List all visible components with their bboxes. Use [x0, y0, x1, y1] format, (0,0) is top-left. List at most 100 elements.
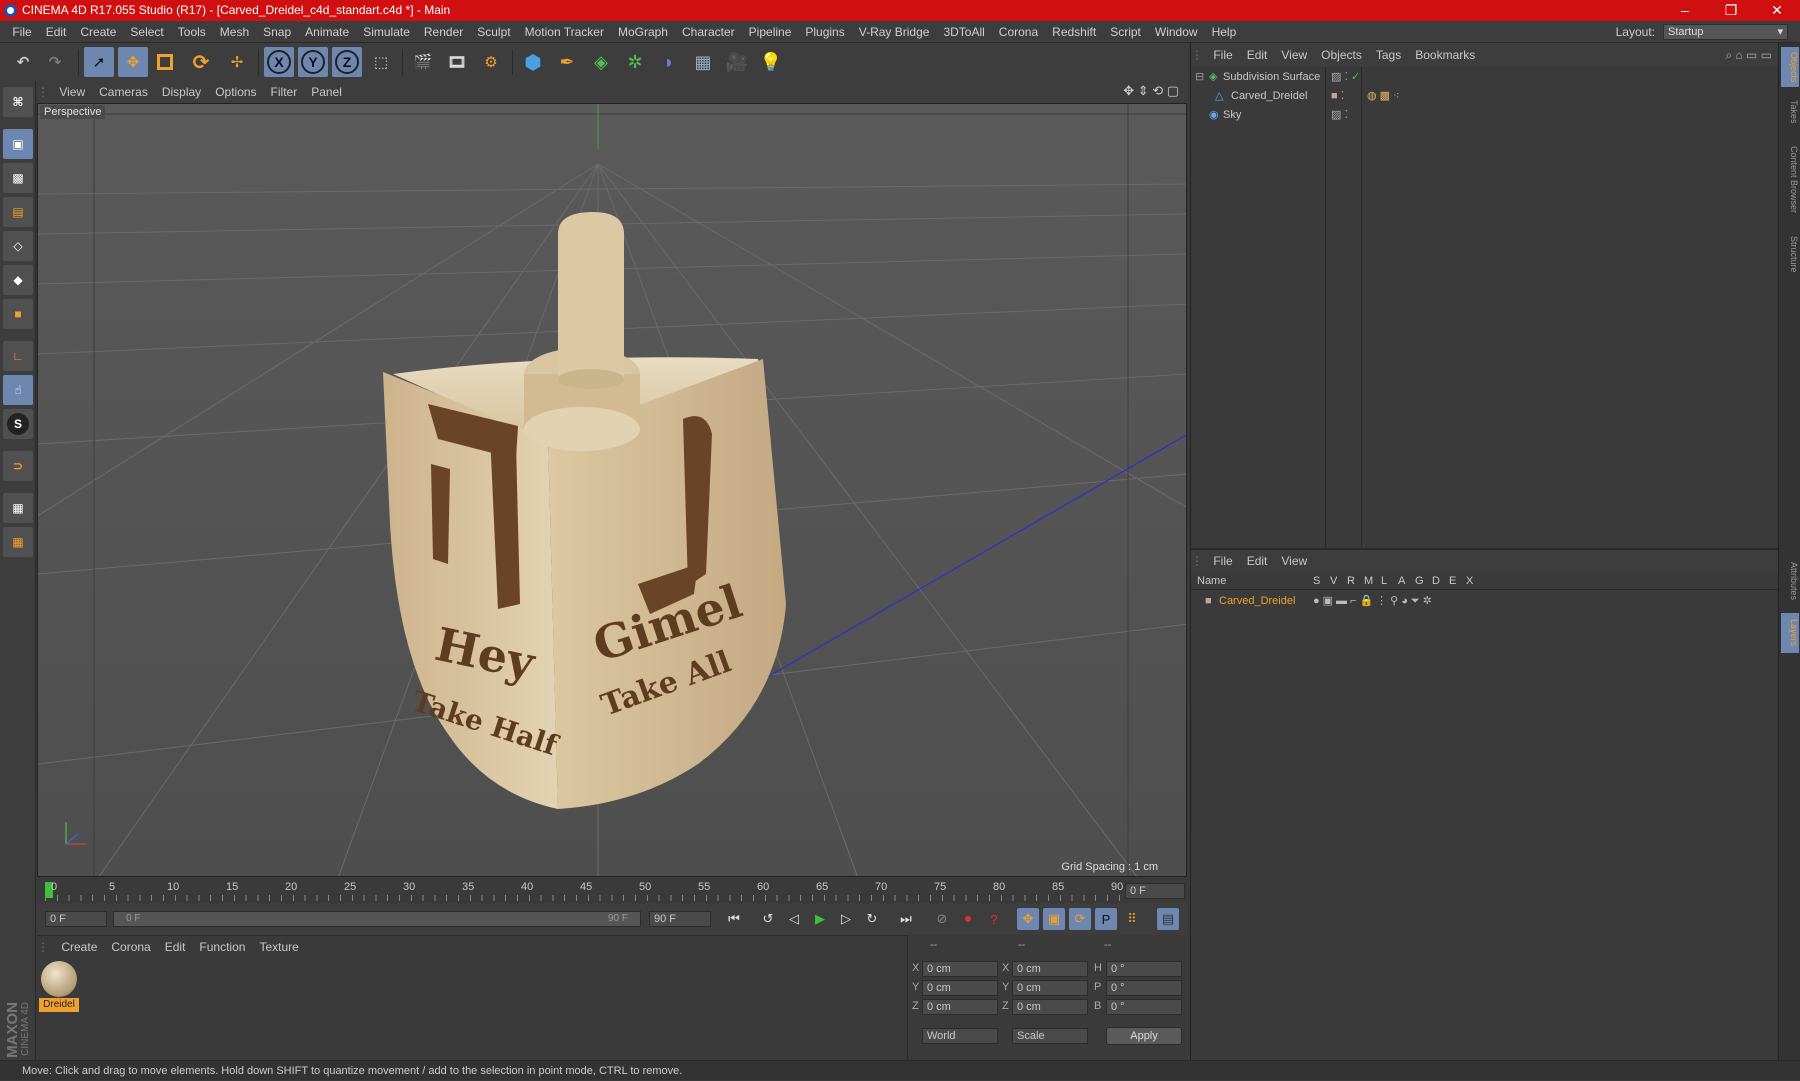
tab-objects[interactable]: Objects	[1781, 47, 1799, 87]
viewport-menu-display[interactable]: Display	[155, 81, 208, 103]
auto-keying-icon[interactable]: ?	[983, 908, 1005, 930]
col-deformers[interactable]: D	[1432, 572, 1440, 590]
object-row-sky[interactable]: ◉ Sky ▨ ⁚	[1191, 106, 1778, 124]
go-to-end-icon[interactable]: ⏭	[895, 908, 917, 930]
magnet-icon[interactable]: ⊃	[3, 451, 33, 481]
tab-attributes[interactable]: Attributes	[1781, 553, 1799, 609]
visibility-dots-icon[interactable]: ▨ ⁚ ✓	[1331, 68, 1360, 86]
light-icon[interactable]: 💡	[756, 47, 786, 77]
menu-vray-bridge[interactable]: V-Ray Bridge	[852, 21, 937, 43]
size-mode-dropdown[interactable]: Scale	[1012, 1028, 1088, 1044]
viewport-menu-panel[interactable]: Panel	[304, 81, 349, 103]
col-name[interactable]: Name	[1197, 572, 1226, 590]
menu-help[interactable]: Help	[1205, 21, 1244, 43]
viewport-menu-cameras[interactable]: Cameras	[92, 81, 155, 103]
object-menu-edit[interactable]: Edit	[1240, 43, 1275, 67]
subdivision-surface-icon[interactable]: ◈	[586, 47, 616, 77]
menu-select[interactable]: Select	[123, 21, 170, 43]
menu-file[interactable]: File	[5, 21, 38, 43]
key-pla-icon[interactable]: ⠿	[1121, 908, 1143, 930]
workplane-icon[interactable]: ▤	[3, 197, 33, 227]
rot-p-field[interactable]: 0 °	[1106, 980, 1182, 996]
start-frame-field[interactable]: 0 F	[45, 911, 107, 927]
z-axis-lock-button[interactable]: Z	[332, 47, 362, 77]
axis-mode-icon[interactable]: ∟	[3, 341, 33, 371]
object-row-subdivision-surface[interactable]: ⊟ ◈ Subdivision Surface ▨ ⁚ ✓	[1191, 68, 1778, 86]
scale-tool-icon[interactable]	[150, 47, 180, 77]
layer-row[interactable]: ■ Carved_Dreidel ●▣▬⌐🔒⋮⚲◕⏷✲	[1191, 592, 1778, 610]
pos-z-field[interactable]: 0 cm	[922, 999, 998, 1015]
menu-redshift[interactable]: Redshift	[1045, 21, 1103, 43]
close-button[interactable]: ✕	[1754, 0, 1800, 21]
col-render[interactable]: R	[1347, 572, 1355, 590]
col-xref[interactable]: X	[1466, 572, 1473, 590]
current-frame-field[interactable]: 0 F	[1125, 883, 1185, 899]
material-menu-function[interactable]: Function	[192, 936, 252, 958]
col-manager[interactable]: M	[1364, 572, 1373, 590]
coordinate-space-dropdown[interactable]: World	[922, 1028, 998, 1044]
menu-tools[interactable]: Tools	[171, 21, 213, 43]
menu-pipeline[interactable]: Pipeline	[742, 21, 799, 43]
size-x-field[interactable]: 0 cm	[1012, 961, 1088, 977]
col-expressions[interactable]: E	[1449, 572, 1456, 590]
menu-simulate[interactable]: Simulate	[356, 21, 417, 43]
end-frame-field[interactable]: 90 F	[649, 911, 711, 927]
object-menu-objects[interactable]: Objects	[1314, 43, 1369, 67]
pos-y-field[interactable]: 0 cm	[922, 980, 998, 996]
render-view-icon[interactable]: 🎬	[408, 47, 438, 77]
layer-flags-icons[interactable]: ●▣▬⌐🔒⋮⚲◕⏷✲	[1313, 592, 1435, 610]
menu-mograph[interactable]: MoGraph	[611, 21, 675, 43]
layer-name[interactable]: Carved_Dreidel	[1219, 592, 1295, 610]
make-editable-icon[interactable]: ⌘	[3, 87, 33, 117]
menu-motion-tracker[interactable]: Motion Tracker	[518, 21, 611, 43]
col-animation[interactable]: A	[1398, 572, 1405, 590]
lock-workplane-icon[interactable]: ▦	[3, 493, 33, 523]
y-axis-lock-button[interactable]: Y	[298, 47, 328, 77]
menu-corona[interactable]: Corona	[992, 21, 1045, 43]
menu-create[interactable]: Create	[73, 21, 123, 43]
key-position-icon[interactable]: ✥	[1017, 908, 1039, 930]
frame-range-slider[interactable]: 0 F 90 F	[113, 911, 641, 927]
camera-icon[interactable]: 🎥	[722, 47, 752, 77]
cube-primitive-icon[interactable]: ⬢	[518, 47, 548, 77]
object-menu-file[interactable]: File	[1206, 43, 1239, 67]
rotate-tool-icon[interactable]: ⟳	[186, 47, 216, 77]
record-keys-icon[interactable]: ⏺	[957, 908, 979, 930]
previous-key-icon[interactable]: ↺	[757, 908, 779, 930]
col-view[interactable]: V	[1330, 572, 1337, 590]
timeline-window-icon[interactable]: ▤	[1157, 908, 1179, 930]
viewport-menu-filter[interactable]: Filter	[264, 81, 305, 103]
object-row-carved-dreidel[interactable]: △ Carved_Dreidel ■ ⁚ ◍ ▩ ⁖	[1191, 87, 1778, 105]
tweak-mode-icon[interactable]: ☝	[3, 375, 33, 405]
polygons-mode-icon[interactable]: ■	[3, 299, 33, 329]
go-to-start-icon[interactable]: ⏮	[723, 908, 745, 930]
size-y-field[interactable]: 0 cm	[1012, 980, 1088, 996]
menu-plugins[interactable]: Plugins	[798, 21, 851, 43]
coordinate-system-icon[interactable]: ⬚	[366, 47, 396, 77]
move-tool-icon[interactable]: ✥	[118, 47, 148, 77]
next-key-icon[interactable]: ↻	[861, 908, 883, 930]
col-locked[interactable]: L	[1381, 572, 1387, 590]
menu-character[interactable]: Character	[675, 21, 742, 43]
layer-menu-edit[interactable]: Edit	[1240, 550, 1275, 572]
transform-tool-icon[interactable]: ✢	[222, 47, 252, 77]
collapse-icon[interactable]: ⊟	[1195, 68, 1204, 86]
next-frame-icon[interactable]: ▷	[835, 908, 857, 930]
viewport-menu-view[interactable]: View	[52, 81, 92, 103]
visibility-dots-icon[interactable]: ▨ ⁚	[1331, 106, 1348, 124]
col-generators[interactable]: G	[1415, 572, 1424, 590]
menu-sculpt[interactable]: Sculpt	[470, 21, 517, 43]
tab-content-browser[interactable]: Content Browser	[1781, 137, 1799, 223]
material-tags-icon[interactable]: ◍ ▩ ⁖	[1367, 87, 1400, 105]
size-z-field[interactable]: 0 cm	[1012, 999, 1088, 1015]
menu-window[interactable]: Window	[1148, 21, 1205, 43]
layer-color-swatch[interactable]: ■	[1205, 592, 1212, 610]
layer-menu-file[interactable]: File	[1206, 550, 1239, 572]
viewport-camera-label[interactable]: Perspective	[40, 105, 106, 119]
tab-layers[interactable]: Layers	[1781, 613, 1799, 653]
key-scale-icon[interactable]: ▣	[1043, 908, 1065, 930]
model-mode-icon[interactable]: ▣	[3, 129, 33, 159]
key-rotation-icon[interactable]: ⟳	[1069, 908, 1091, 930]
col-solo[interactable]: S	[1313, 572, 1320, 590]
material-menu-create[interactable]: Create	[54, 936, 104, 958]
